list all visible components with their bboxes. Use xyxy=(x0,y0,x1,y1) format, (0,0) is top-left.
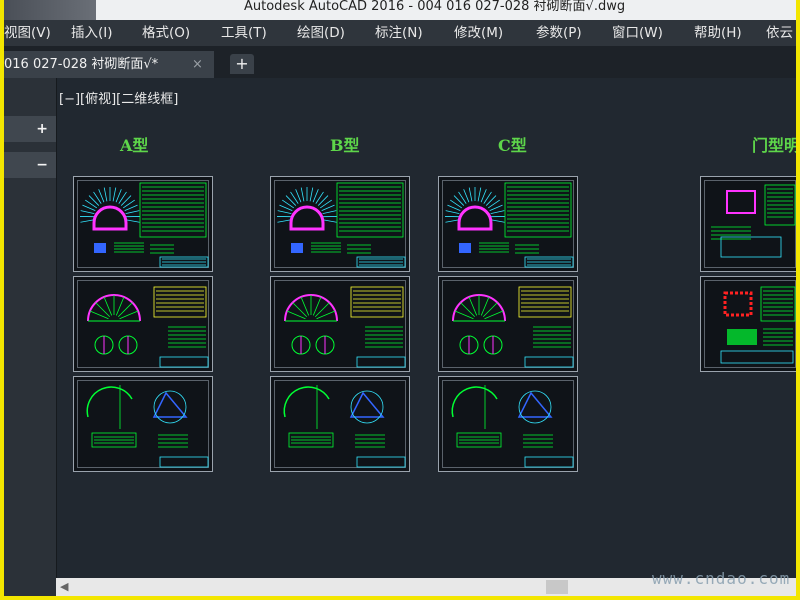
sheet-drawing xyxy=(451,385,574,468)
menu-format[interactable]: 格式(O) xyxy=(142,20,190,46)
menu-tools[interactable]: 工具(T) xyxy=(221,20,267,46)
menu-parametric[interactable]: 参数(P) xyxy=(536,20,582,46)
menu-view[interactable]: 视图(V) xyxy=(4,20,51,46)
tab-close-icon[interactable]: × xyxy=(192,51,203,78)
sheet-b-1[interactable] xyxy=(270,176,410,272)
menu-modify[interactable]: 修改(M) xyxy=(454,20,503,46)
type-a-label: A型 xyxy=(120,136,149,155)
title-bar: Autodesk AutoCAD 2016 - 004 016 027-028 … xyxy=(4,0,796,20)
sheet-b-2[interactable] xyxy=(270,276,410,372)
sheet-drawing xyxy=(79,182,209,268)
sheet-b-3[interactable] xyxy=(270,376,410,472)
minus-icon: − xyxy=(36,157,48,173)
document-tab-label: 016 027-028 衬砌断面√* xyxy=(4,57,159,72)
window-title: Autodesk AutoCAD 2016 - 004 016 027-028 … xyxy=(244,0,626,14)
document-tab-bar: 016 027-028 衬砌断面√* × + xyxy=(4,46,796,78)
type-b-label: B型 xyxy=(330,136,360,155)
viewport-controls-label[interactable]: [−][俯视][二维线框] xyxy=(59,88,178,107)
new-tab-button[interactable]: + xyxy=(230,54,254,74)
sheet-c-1[interactable] xyxy=(438,176,578,272)
sheet-drawing xyxy=(276,182,406,268)
sheet-portal-2[interactable] xyxy=(700,276,796,372)
palette-expand-button[interactable]: + xyxy=(4,116,56,142)
sheet-drawing xyxy=(284,286,406,368)
sheet-a-3[interactable] xyxy=(73,376,213,472)
plus-icon: + xyxy=(36,121,48,137)
menu-bar: 视图(V) 插入(I) 格式(O) 工具(T) 绘图(D) 标注(N) 修改(M… xyxy=(4,20,796,46)
left-palette: + − xyxy=(4,78,57,596)
sheet-drawing xyxy=(720,286,796,364)
document-tab[interactable]: 016 027-028 衬砌断面√* × xyxy=(4,51,214,78)
sheet-drawing xyxy=(87,286,209,368)
sheet-drawing xyxy=(444,182,574,268)
sheet-a-2[interactable] xyxy=(73,276,213,372)
menu-draw[interactable]: 绘图(D) xyxy=(297,20,345,46)
sheet-c-2[interactable] xyxy=(438,276,578,372)
watermark: www.cndao.com xyxy=(652,569,791,588)
menu-window[interactable]: 窗口(W) xyxy=(612,20,663,46)
sheet-drawing xyxy=(86,385,209,468)
type-c-label: C型 xyxy=(498,136,527,155)
palette-collapse-button[interactable]: − xyxy=(4,152,56,178)
scroll-left-icon[interactable]: ◀ xyxy=(60,578,68,596)
sheet-drawing xyxy=(711,184,796,258)
sheet-portal-1[interactable] xyxy=(700,176,796,272)
menu-dimension[interactable]: 标注(N) xyxy=(375,20,423,46)
menu-yiyun[interactable]: 依云 xyxy=(766,20,793,46)
sheet-c-3[interactable] xyxy=(438,376,578,472)
menu-insert[interactable]: 插入(I) xyxy=(71,20,113,46)
sheet-drawing xyxy=(283,385,406,468)
menu-help[interactable]: 帮助(H) xyxy=(694,20,742,46)
sheet-drawing xyxy=(452,286,574,368)
sheet-a-1[interactable] xyxy=(73,176,213,272)
autocad-window: Autodesk AutoCAD 2016 - 004 016 027-028 … xyxy=(4,0,796,596)
portal-type-label: 门型明 xyxy=(752,136,796,155)
app-logo[interactable] xyxy=(4,0,96,20)
scrollbar-thumb[interactable] xyxy=(546,580,568,594)
